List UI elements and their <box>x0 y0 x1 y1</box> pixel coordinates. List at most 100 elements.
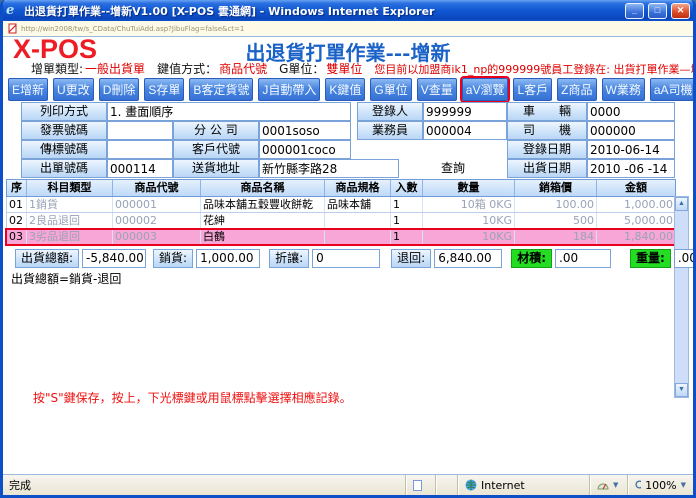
ie-logo-icon: e <box>6 4 20 18</box>
address-bar: http://win2008/tw/s_CData/ChuTuiAdd.asp?… <box>3 21 693 37</box>
info-row: 增單類型: 一般出貨單 鍵值方式： 商品代號 G單位： 雙單位 您目前以加盟商i… <box>31 60 685 77</box>
doc-no-input[interactable] <box>107 159 173 178</box>
toolbar-button-sales[interactable]: W業務 <box>602 78 645 101</box>
maximize-button[interactable]: □ <box>648 3 667 19</box>
vertical-scrollbar[interactable]: ▲ ▼ <box>674 196 689 398</box>
key-mode-label: 鍵值方式： <box>157 60 217 77</box>
cell-units: 1 <box>391 197 423 212</box>
cell-name: 花紳 <box>201 213 325 228</box>
cell-type: 3劣品退回 <box>27 229 113 244</box>
title-bar[interactable]: e 出退貨打單作業--增新V1.00 [X-POS 雲通網] - Windows… <box>3 0 693 21</box>
invoice-no-input[interactable] <box>107 121 173 140</box>
ship-date-label: 出貨日期 <box>507 159 587 178</box>
status-zoom-pane[interactable]: 100% ▼ <box>627 475 693 495</box>
label-no-input[interactable] <box>107 140 173 159</box>
cell-code: 000002 <box>113 213 201 228</box>
url-text: http://win2008/tw/s_CData/ChuTuiAdd.asp?… <box>21 25 244 33</box>
cell-seq: 02 <box>7 213 27 228</box>
close-button[interactable]: ✕ <box>671 3 690 19</box>
discount-label: 折讓: <box>269 249 309 268</box>
table-header-row: 序 科目類型 商品代號 商品名稱 商品規格 入數 數量 銷箱價 金額 <box>6 179 676 197</box>
form-row-2: 發票號碼 分 公 司 業務員 司 機 <box>3 121 693 140</box>
total-label: 出貨總額: <box>15 249 79 268</box>
toolbar: E增新 U更改 D刪除 S存單 B客定貨號 J自動帶入 K鍵值 G單位 V查量 … <box>8 78 688 101</box>
cell-seq: 03 <box>7 229 27 244</box>
form-row-3: 傳標號碼 客戶代號 登錄日期 <box>3 140 693 159</box>
status-bar: 完成 Internet ▼ 100% ▼ <box>3 474 693 495</box>
total-value: -5,840.00 <box>82 249 146 268</box>
zoom-level-value: 100% <box>645 479 676 492</box>
customer-code-input[interactable] <box>259 140 351 159</box>
salesman-label: 業務員 <box>357 121 423 140</box>
cell-code: 000001 <box>113 197 201 212</box>
vehicle-input[interactable] <box>587 102 675 121</box>
print-mode-label: 列印方式 <box>21 102 107 121</box>
branch-label: 分 公 司 <box>173 121 259 140</box>
scroll-up-icon[interactable]: ▲ <box>675 197 688 211</box>
table-row-selected[interactable]: 03 3劣品退回 000003 白鶴 1 10KG 184 1,840.00 <box>6 229 676 245</box>
status-zone-label: Internet <box>481 479 525 492</box>
cell-price: 184 <box>515 229 597 244</box>
cell-code: 000003 <box>113 229 201 244</box>
toolbar-button-add[interactable]: E增新 <box>8 78 48 101</box>
query-link[interactable]: 查詢 <box>399 159 507 178</box>
cell-amount: 1,840.00 <box>597 229 675 244</box>
col-seq: 序 <box>7 180 27 196</box>
doc-no-label: 出單號碼 <box>21 159 107 178</box>
operator-label: 登錄人 <box>357 102 423 121</box>
browser-window: e 出退貨打單作業--增新V1.00 [X-POS 雲通網] - Windows… <box>0 0 696 498</box>
print-mode-input[interactable] <box>107 102 351 121</box>
toolbar-button-customer[interactable]: L客戶 <box>513 78 552 101</box>
toolbar-button-customer-item[interactable]: B客定貨號 <box>189 78 253 101</box>
toolbar-button-autofill[interactable]: J自動帶入 <box>258 78 320 101</box>
ship-date-input[interactable] <box>587 159 675 178</box>
minimize-button[interactable]: _ <box>625 3 644 19</box>
status-text: 完成 <box>3 475 405 495</box>
salesman-input[interactable] <box>423 121 507 140</box>
toolbar-button-unit[interactable]: G單位 <box>370 78 411 101</box>
toolbar-button-browse[interactable]: aV瀏覽 <box>462 78 509 101</box>
cell-units: 1 <box>391 229 423 244</box>
col-code: 商品代號 <box>113 180 201 196</box>
toolbar-button-delete[interactable]: D刪除 <box>99 78 140 101</box>
cell-type: 2良品退回 <box>27 213 113 228</box>
status-doc-pane <box>405 475 435 495</box>
weight-value: .00 <box>674 249 693 268</box>
summary-bar: 出貨總額: -5,840.00 銷貨: 1,000.00 折讓: 0 退回: 6… <box>15 249 693 268</box>
toolbar-button-edit[interactable]: U更改 <box>53 78 94 101</box>
window-title: 出退貨打單作業--增新V1.00 [X-POS 雲通網] - Windows I… <box>24 3 621 19</box>
cell-amount: 1,000.00 <box>597 197 675 212</box>
driver-input[interactable] <box>587 121 675 140</box>
login-info-text: 您目前以加盟商ik1_np的999999號員工登錄在: 出貨打單作業—增新 <box>374 61 693 77</box>
cell-spec <box>325 229 391 244</box>
col-price: 銷箱價 <box>515 180 597 196</box>
scroll-down-icon[interactable]: ▼ <box>675 383 688 397</box>
cell-type: 1銷貨 <box>27 197 113 212</box>
status-gauge-pane[interactable]: ▼ <box>589 475 627 495</box>
toolbar-button-product[interactable]: Z商品 <box>557 78 596 101</box>
col-amount: 金額 <box>597 180 675 196</box>
cell-name: 白鶴 <box>201 229 325 244</box>
toolbar-button-driver[interactable]: aA司機 <box>650 78 693 101</box>
header-form: 列印方式 登錄人 車 輛 發票號碼 分 公 司 業務員 司 機 傳標號碼 <box>3 102 693 178</box>
cell-units: 1 <box>391 213 423 228</box>
reg-date-input[interactable] <box>587 140 675 159</box>
operator-input[interactable] <box>423 102 507 121</box>
return-value: 6,840.00 <box>434 249 502 268</box>
key-mode-value: 商品代號 <box>219 60 267 77</box>
table-row[interactable]: 01 1銷貨 000001 品味本舖五穀豐收餅乾 品味本舖 1 10箱 0KG … <box>6 197 676 213</box>
ship-address-input[interactable] <box>259 159 399 178</box>
col-units: 入數 <box>391 180 423 196</box>
branch-input[interactable] <box>259 121 351 140</box>
form-row-1: 列印方式 登錄人 車 輛 <box>3 102 693 121</box>
table-row[interactable]: 02 2良品退回 000002 花紳 1 10KG 500 5,000.00 <box>6 213 676 229</box>
col-name: 商品名稱 <box>201 180 325 196</box>
col-spec: 商品規格 <box>325 180 391 196</box>
toolbar-button-keyvalue[interactable]: K鍵值 <box>325 78 365 101</box>
toolbar-button-checkqty[interactable]: V查量 <box>417 78 457 101</box>
reg-date-label: 登錄日期 <box>507 140 587 159</box>
col-qty: 數量 <box>423 180 515 196</box>
document-icon <box>413 480 422 491</box>
ship-address-label: 送貨地址 <box>173 159 259 178</box>
toolbar-button-save[interactable]: S存單 <box>144 78 184 101</box>
